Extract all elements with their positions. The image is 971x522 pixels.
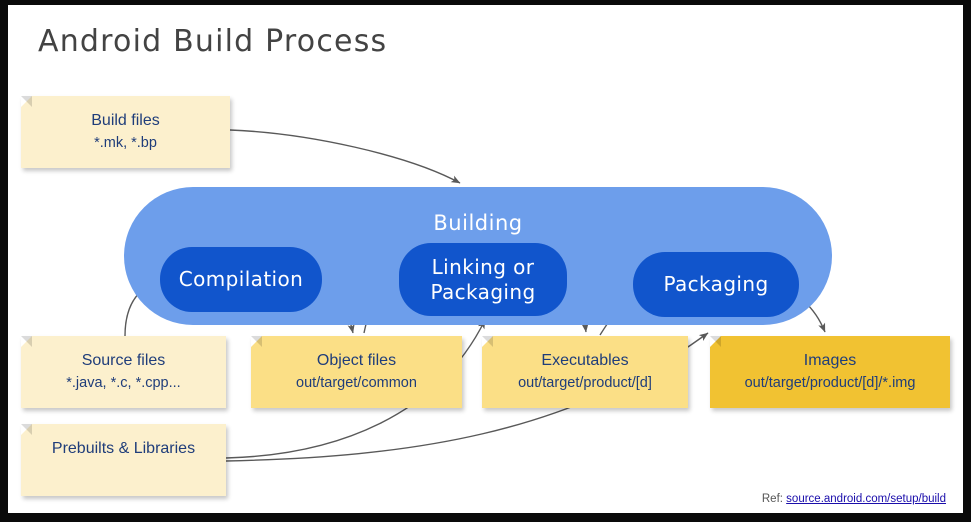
note-executables-line1: Executables <box>541 352 629 370</box>
stage-linking-or-packaging[interactable]: Linking or Packaging <box>399 243 567 316</box>
reference-link[interactable]: source.android.com/setup/build <box>786 493 946 505</box>
slide-frame: Android Build Process Building Compilati… <box>0 0 971 522</box>
stage-packaging[interactable]: Packaging <box>633 252 799 317</box>
note-executables-line2: out/target/product/[d] <box>518 375 652 392</box>
note-images[interactable]: Images out/target/product/[d]/*.img <box>710 336 950 408</box>
note-source-files-line1: Source files <box>81 352 166 370</box>
note-build-files[interactable]: Build files *.mk, *.bp <box>21 96 230 168</box>
reference-footer: Ref: source.android.com/setup/build <box>762 493 946 505</box>
note-source-files-line2: *.java, *.c, *.cpp... <box>66 375 181 392</box>
stage-packaging-label: Packaging <box>663 272 769 296</box>
note-images-line2: out/target/product/[d]/*.img <box>744 375 916 392</box>
building-label: Building <box>433 211 523 235</box>
note-object-files[interactable]: Object files out/target/common <box>251 336 462 408</box>
stage-linking-line2: Packaging <box>430 279 536 304</box>
note-images-line1: Images <box>803 352 857 370</box>
note-executables[interactable]: Executables out/target/product/[d] <box>482 336 688 408</box>
note-object-files-line2: out/target/common <box>296 375 417 392</box>
note-build-files-line2: *.mk, *.bp <box>94 135 157 152</box>
stage-linking-or-packaging-label: Linking or Packaging <box>430 255 535 305</box>
stage-compilation[interactable]: Compilation <box>160 247 322 312</box>
arrow-build-files-to-building <box>229 129 461 184</box>
reference-prefix: Ref: <box>761 493 787 505</box>
note-source-files[interactable]: Source files *.java, *.c, *.cpp... <box>21 336 226 408</box>
note-prebuilts-libraries[interactable]: Prebuilts & Libraries <box>21 424 226 496</box>
note-object-files-line1: Object files <box>316 352 397 370</box>
note-build-files-line1: Build files <box>91 112 160 130</box>
page-title: Android Build Process <box>38 24 388 59</box>
stage-linking-line1: Linking or <box>431 254 535 279</box>
stage-compilation-label: Compilation <box>178 267 304 291</box>
note-prebuilts-libraries-line1: Prebuilts & Libraries <box>51 440 196 457</box>
slide-canvas: Android Build Process Building Compilati… <box>8 5 963 513</box>
